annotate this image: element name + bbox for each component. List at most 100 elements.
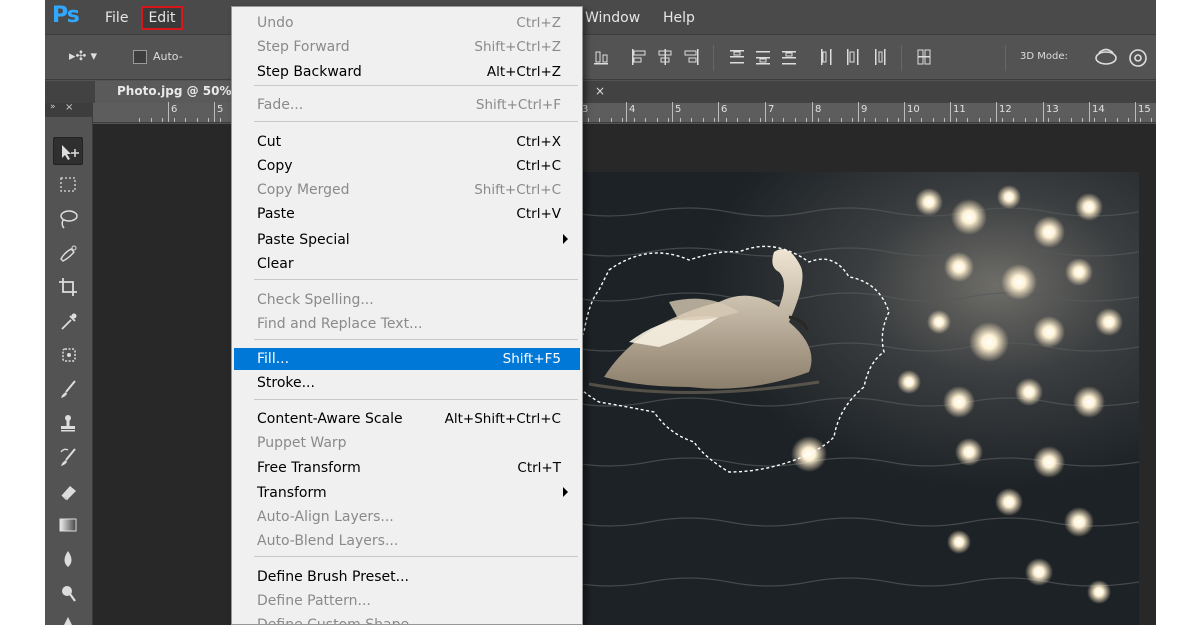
ruler-minor-tick: [726, 118, 727, 122]
move-tool-icon[interactable]: [53, 137, 83, 165]
menu-item-label: Puppet Warp: [257, 435, 347, 451]
submenu-arrow-icon: [563, 234, 568, 244]
tool-preset-picker[interactable]: ▸✣ ▾: [69, 49, 109, 67]
ruler-minor-tick: [910, 118, 911, 122]
menu-item-puppet-warp[interactable]: Puppet Warp: [234, 432, 580, 454]
document-tab-strip: Photo.jpg @ 50% ×: [45, 81, 1156, 103]
ruler-minor-tick: [645, 118, 646, 122]
menu-item-label: Step Backward: [257, 64, 362, 80]
menu-item-undo[interactable]: Undo Ctrl+Z: [234, 12, 580, 34]
marquee-tool-icon[interactable]: [53, 171, 83, 199]
ruler-minor-tick: [208, 118, 209, 122]
menu-item-copy-merged[interactable]: Copy Merged Shift+Ctrl+C: [234, 179, 580, 201]
ruler-minor-tick: [599, 118, 600, 122]
menu-edit[interactable]: Edit: [141, 6, 183, 30]
menu-item-shortcut: Ctrl+C: [516, 158, 561, 174]
history-brush-tool-icon[interactable]: [53, 443, 83, 471]
menu-item-copy[interactable]: Copy Ctrl+C: [234, 155, 580, 177]
menu-item-shortcut: Shift+Ctrl+C: [474, 182, 561, 198]
menu-item-step-forward[interactable]: Step Forward Shift+Ctrl+Z: [234, 36, 580, 58]
menu-item-step-backward[interactable]: Step Backward Alt+Ctrl+Z: [234, 61, 580, 83]
ruler-major-tick: [950, 102, 951, 122]
brush-tool-icon[interactable]: [53, 375, 83, 403]
menu-item-paste[interactable]: Paste Ctrl+V: [234, 203, 580, 225]
ruler-minor-tick: [737, 118, 738, 122]
menu-item-transform[interactable]: Transform: [234, 482, 580, 504]
ruler-major-tick: [858, 102, 859, 122]
submenu-arrow-icon: [563, 487, 568, 497]
menu-item-shortcut: Shift+Ctrl+F: [475, 97, 561, 113]
close-icon[interactable]: ×: [595, 84, 605, 98]
menu-separator: [254, 121, 578, 122]
menu-item-auto-blend-layers[interactable]: Auto-Blend Layers...: [234, 530, 580, 552]
orbit-3d-icon[interactable]: [1093, 47, 1119, 69]
lasso-tool-icon[interactable]: [53, 205, 83, 233]
menu-separator: [254, 279, 578, 280]
menu-item-content-aware-scale[interactable]: Content-Aware Scale Alt+Shift+Ctrl+C: [234, 408, 580, 430]
distribute-vcenter-icon[interactable]: [754, 47, 772, 67]
menu-item-label: Stroke...: [257, 375, 315, 391]
auto-align-layers-icon[interactable]: [915, 47, 933, 67]
collapse-icon[interactable]: »: [50, 102, 55, 112]
ruler-label: 14: [1092, 104, 1105, 115]
align-bottom-edges-icon[interactable]: [592, 47, 610, 67]
ruler-label: 9: [861, 104, 868, 115]
gradient-tool-icon[interactable]: [53, 511, 83, 539]
ruler-minor-tick: [898, 118, 899, 122]
menu-separator: [254, 85, 578, 86]
options-separator: [713, 45, 714, 71]
ruler-minor-tick: [852, 118, 853, 122]
menu-item-define-custom-shape[interactable]: Define Custom Shape...: [234, 614, 580, 625]
ruler-label: 10: [907, 104, 920, 115]
menu-item-stroke[interactable]: Stroke...: [234, 372, 580, 394]
menu-item-check-spelling[interactable]: Check Spelling...: [234, 289, 580, 311]
distribute-left-icon[interactable]: [818, 47, 836, 67]
ruler-minor-tick: [944, 118, 945, 122]
pen-tool-icon[interactable]: [53, 611, 83, 625]
menu-help[interactable]: Help: [663, 9, 695, 27]
menu-file[interactable]: File: [105, 9, 128, 27]
quick-selection-tool-icon[interactable]: [53, 239, 83, 267]
healing-brush-tool-icon[interactable]: [53, 341, 83, 369]
menu-item-free-transform[interactable]: Free Transform Ctrl+T: [234, 457, 580, 479]
menu-item-paste-special[interactable]: Paste Special: [234, 229, 580, 251]
clone-stamp-tool-icon[interactable]: [53, 409, 83, 437]
menu-item-label: Clear: [257, 256, 294, 272]
roll-3d-icon[interactable]: [1127, 47, 1149, 69]
ruler-minor-tick: [1105, 118, 1106, 122]
eraser-tool-icon[interactable]: [53, 477, 83, 505]
menu-window[interactable]: Window: [585, 9, 640, 27]
ruler-minor-tick: [967, 118, 968, 122]
align-right-edges-icon[interactable]: [682, 47, 700, 67]
menu-item-define-brush-preset[interactable]: Define Brush Preset...: [234, 566, 580, 588]
menu-item-cut[interactable]: Cut Ctrl+X: [234, 131, 580, 153]
menu-item-label: Define Brush Preset...: [257, 569, 410, 585]
auto-select-checkbox[interactable]: [133, 50, 147, 64]
ruler-minor-tick: [1013, 118, 1014, 122]
menu-item-clear[interactable]: Clear: [234, 253, 580, 275]
eyedropper-tool-icon[interactable]: [53, 307, 83, 335]
ruler-minor-tick: [622, 118, 623, 122]
ruler-major-tick: [168, 102, 169, 122]
blur-tool-icon[interactable]: [53, 545, 83, 573]
menu-item-auto-align-layers[interactable]: Auto-Align Layers...: [234, 506, 580, 528]
menu-item-fill[interactable]: Fill... Shift+F5: [234, 348, 580, 370]
align-horizontal-centers-icon[interactable]: [656, 47, 674, 67]
close-icon[interactable]: ×: [65, 102, 73, 113]
ruler-minor-tick: [588, 118, 589, 122]
menu-item-fade[interactable]: Fade... Shift+Ctrl+F: [234, 94, 580, 116]
ruler-minor-tick: [841, 118, 842, 122]
menu-item-define-pattern[interactable]: Define Pattern...: [234, 590, 580, 612]
distribute-top-icon[interactable]: [728, 47, 746, 67]
menu-item-label: Define Custom Shape...: [257, 617, 423, 625]
menu-item-label: Copy: [257, 158, 293, 174]
crop-tool-icon[interactable]: [53, 273, 83, 301]
ruler-minor-tick: [1071, 118, 1072, 122]
dodge-tool-icon[interactable]: [53, 579, 83, 607]
distribute-right-icon[interactable]: [870, 47, 888, 67]
distribute-hcenter-icon[interactable]: [844, 47, 862, 67]
distribute-bottom-icon[interactable]: [780, 47, 798, 67]
menu-item-find-and-replace-text[interactable]: Find and Replace Text...: [234, 313, 580, 335]
menu-item-label: Cut: [257, 134, 282, 150]
align-left-edges-icon[interactable]: [630, 47, 648, 67]
